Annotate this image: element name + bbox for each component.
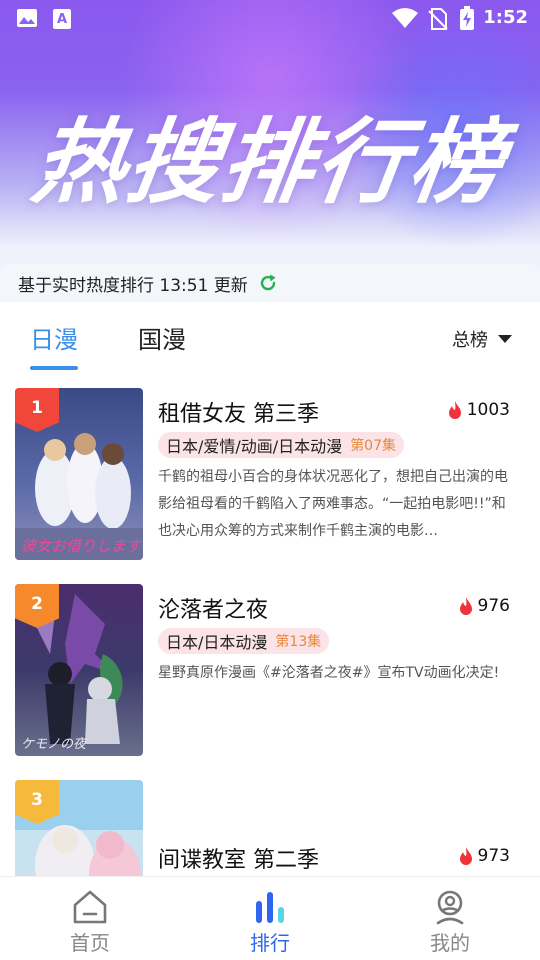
svg-text:A: A (57, 12, 67, 27)
tab-active-indicator (30, 366, 78, 370)
flame-icon (448, 401, 461, 419)
genre-tag: 日本/爱情/动画/日本动漫 第07集 (158, 432, 405, 458)
flame-icon (459, 597, 472, 615)
bottom-navigation: 首页 排行 我的 (0, 876, 540, 960)
battery-charging-icon (460, 6, 474, 30)
genre-text: 日本/日本动漫 (166, 633, 268, 652)
nav-home-label: 首页 (70, 931, 110, 955)
font-a-icon: A (53, 9, 71, 29)
nav-rank-label: 排行 (250, 931, 290, 955)
flame-icon (459, 847, 472, 865)
cover-image[interactable]: 2 ケモノの夜 (15, 584, 143, 756)
nav-home[interactable]: 首页 (40, 889, 140, 956)
list-item[interactable]: 3 间谍教室 第二季 973 (0, 780, 540, 876)
sort-label: 总榜 (452, 330, 488, 351)
heat-value: 976 (477, 596, 510, 616)
episode-text: 第13集 (275, 634, 322, 650)
category-tabs: 日漫 国漫 总榜 (0, 302, 540, 374)
anime-title[interactable]: 间谍教室 第二季 (158, 842, 319, 874)
wifi-icon (392, 8, 418, 28)
anime-description: 千鹤的祖母小百合的身体状况恶化了，想把自己出演的电影给祖母看的千鹤陷入了两难事态… (158, 469, 508, 539)
cover-caption: 彼女お借りします (21, 537, 142, 555)
episode-text: 第07集 (350, 438, 397, 454)
ranking-bars-icon (256, 892, 284, 923)
nav-mine-label: 我的 (430, 931, 470, 955)
update-text: 基于实时热度排行 13:51 更新 (18, 275, 248, 296)
heat-value: 973 (477, 846, 510, 866)
status-bar: A 1:52 (0, 0, 540, 36)
refresh-icon[interactable] (258, 273, 278, 293)
nav-rank[interactable]: 排行 (220, 889, 320, 956)
tab-chinese-anime[interactable]: 国漫 (138, 320, 186, 355)
status-time: 1:52 (483, 7, 528, 28)
cover-image[interactable]: 1 彼女お借りします (15, 388, 143, 560)
nav-mine[interactable]: 我的 (400, 889, 500, 956)
update-info-bar: 基于实时热度排行 13:51 更新 (0, 264, 540, 302)
caret-down-icon (498, 335, 512, 343)
genre-text: 日本/爱情/动画/日本动漫 (166, 437, 343, 456)
heat-score: 1003 (446, 400, 510, 420)
anime-description: 星野真原作漫画《#沦落者之夜#》宣布TV动画化决定! (158, 665, 500, 681)
genre-tag: 日本/日本动漫 第13集 (158, 628, 330, 654)
anime-title[interactable]: 租借女友 第三季 (158, 396, 319, 428)
home-icon (73, 890, 107, 924)
ranking-list: 1 彼女お借りします 租借女友 第三季 1003 日本/爱情/动画/日本动漫 第… (0, 388, 540, 876)
sort-dropdown[interactable]: 总榜 (452, 326, 512, 352)
user-icon (436, 890, 464, 925)
image-icon (17, 9, 37, 27)
list-item[interactable]: 2 ケモノの夜 沦落者之夜 976 日本/日本动漫 第13集 星野真原作漫画《#… (0, 584, 540, 756)
cover-image[interactable]: 3 (15, 780, 143, 876)
heat-score: 973 (457, 846, 510, 866)
heat-score: 976 (457, 596, 510, 616)
cover-caption: ケモノの夜 (21, 737, 87, 752)
heat-value: 1003 (466, 400, 510, 420)
anime-title[interactable]: 沦落者之夜 (158, 592, 268, 624)
tab-japanese-anime[interactable]: 日漫 (30, 320, 78, 355)
list-item[interactable]: 1 彼女お借りします 租借女友 第三季 1003 日本/爱情/动画/日本动漫 第… (0, 388, 540, 560)
hero-title: 热搜排行榜 (26, 109, 512, 216)
no-sim-icon (428, 8, 448, 30)
